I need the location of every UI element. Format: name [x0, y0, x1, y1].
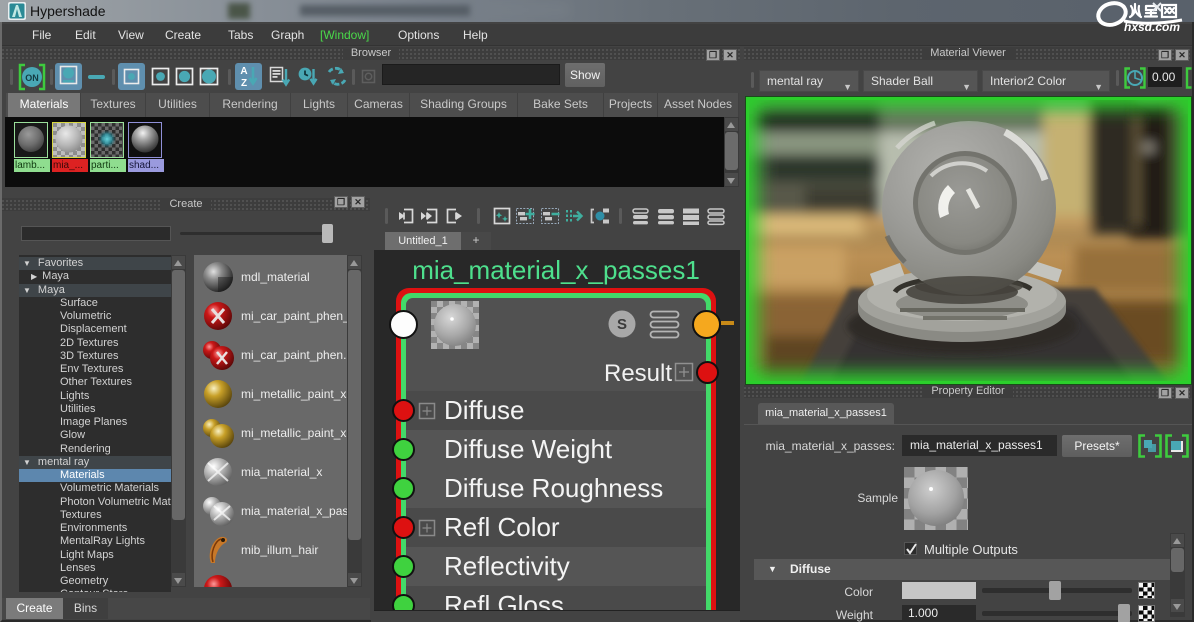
svg-text:S: S — [617, 316, 627, 333]
svg-text:hxsd.com: hxsd.com — [1124, 20, 1180, 34]
svg-text:Z: Z — [241, 78, 247, 89]
svg-text:A: A — [240, 66, 247, 77]
svg-text:ON: ON — [25, 73, 39, 83]
